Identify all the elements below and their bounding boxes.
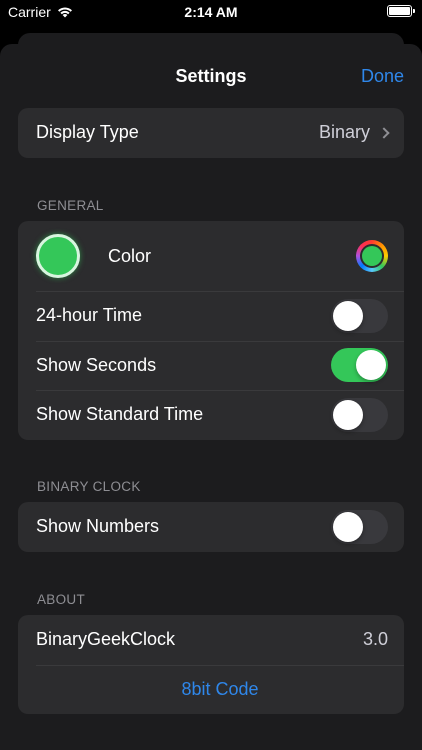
- app-version-value: 3.0: [362, 629, 388, 650]
- display-type-value: Binary: [318, 122, 370, 143]
- display-type-label: Display Type: [36, 122, 139, 143]
- color-preview-dot: [36, 234, 80, 278]
- show-numbers-row: Show Numbers: [18, 502, 404, 552]
- time24-row: 24-hour Time: [18, 291, 404, 341]
- settings-sheet: Settings Done Display Type Binary GENERA…: [0, 44, 422, 750]
- seconds-row: Show Seconds: [18, 340, 404, 391]
- binary-section-header: BINARY CLOCK: [37, 479, 141, 494]
- about-section-header: ABOUT: [37, 592, 86, 607]
- seconds-label: Show Seconds: [36, 354, 157, 375]
- color-row[interactable]: Color: [18, 221, 404, 291]
- developer-link-row[interactable]: 8bit Code: [18, 664, 404, 715]
- standard-time-toggle[interactable]: [331, 397, 388, 432]
- standard-time-label: Show Standard Time: [36, 404, 204, 425]
- battery-icon: [387, 5, 415, 17]
- page-title: Settings: [175, 66, 247, 86]
- show-numbers-label: Show Numbers: [36, 516, 160, 537]
- show-numbers-toggle[interactable]: [331, 509, 388, 544]
- standard-time-row: Show Standard Time: [18, 390, 404, 440]
- general-group: Color 24-hour Time Show Seconds Show Sta…: [18, 221, 404, 440]
- app-name-label: BinaryGeekClock: [36, 629, 176, 650]
- done-button[interactable]: Done: [361, 66, 404, 87]
- seconds-toggle[interactable]: [331, 348, 388, 383]
- time24-label: 24-hour Time: [36, 305, 143, 326]
- color-picker-well[interactable]: [356, 240, 388, 272]
- binary-clock-group: Show Numbers: [18, 502, 404, 552]
- developer-link[interactable]: 8bit Code: [181, 679, 258, 700]
- color-label: Color: [108, 245, 152, 266]
- display-type-row[interactable]: Display Type Binary: [18, 108, 404, 158]
- status-bar: Carrier 2:14 AM: [0, 0, 422, 26]
- navigation-bar: Settings Done: [0, 44, 422, 108]
- app-info-row: BinaryGeekClock 3.0: [18, 615, 404, 665]
- general-section-header: GENERAL: [37, 198, 104, 213]
- display-type-group: Display Type Binary: [18, 108, 404, 158]
- chevron-right-icon: [378, 127, 390, 139]
- time24-toggle[interactable]: [331, 298, 388, 333]
- status-time: 2:14 AM: [184, 4, 238, 20]
- about-group: BinaryGeekClock 3.0 8bit Code: [18, 615, 404, 714]
